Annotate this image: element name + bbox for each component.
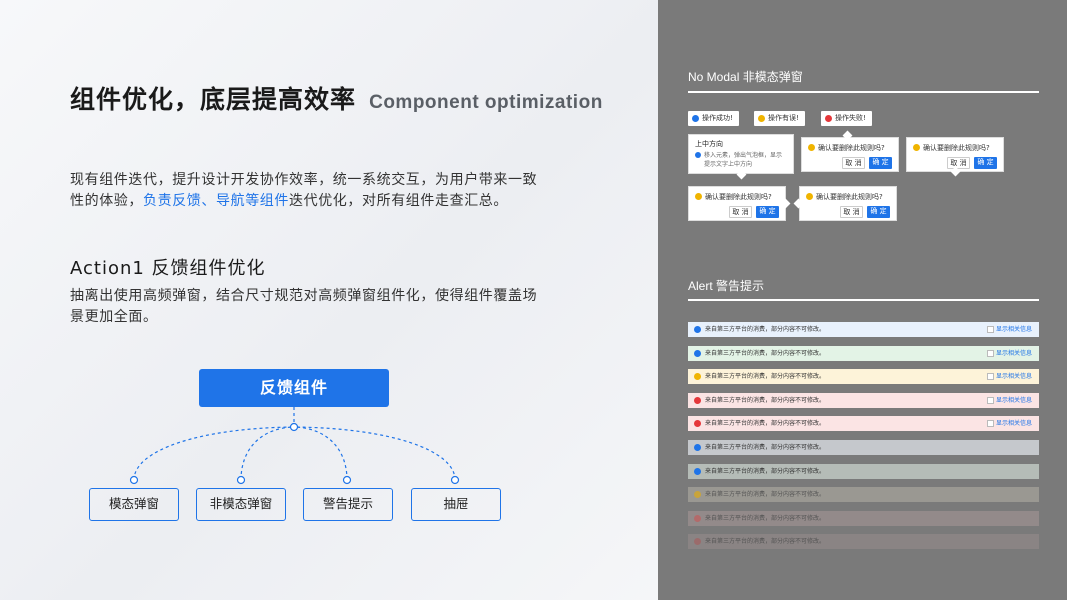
alert-message: 来自第三方平台的消费，部分内容不可修改。 <box>705 514 826 522</box>
alert-message: 来自第三方平台的消费，部分内容不可修改。 <box>705 326 826 333</box>
alert-icon <box>694 467 701 475</box>
toast-error-label: 操作失败! <box>835 114 866 122</box>
alert-checkbox[interactable] <box>987 326 994 333</box>
alert-row: 来自第三方平台的消费，部分内容不可修改。 显示相关信息 <box>688 322 1039 337</box>
cancel-button[interactable]: 取 消 <box>947 157 970 169</box>
tree-leaf-alert[interactable]: 警告提示 <box>303 488 393 521</box>
no-modal-divider <box>688 91 1039 93</box>
alert-icon <box>694 373 701 381</box>
popconfirm-question: 确认要删除此规则吗? <box>705 193 772 201</box>
alert-link[interactable]: 显示相关信息 <box>996 393 1032 408</box>
popconfirm-3: 确认要删除此规则吗? 取 消 确 定 <box>688 186 786 221</box>
tooltip-top-center: 上中方向 移入元素，弹出气泡框，显示 提示文字上中方向 <box>688 134 794 174</box>
question-icon <box>808 144 815 151</box>
alert-link[interactable]: 显示相关信息 <box>996 416 1032 431</box>
alert-icon <box>694 349 701 357</box>
alert-row: 来自第三方平台的消费，部分内容不可修改。 <box>688 510 1039 526</box>
question-icon <box>695 193 702 200</box>
right-panel: No Modal 非模态弹窗 操作成功! 操作有误! 操作失败! 上中方向 移入… <box>658 0 1067 600</box>
tree-root-feedback-components[interactable]: 反馈组件 <box>199 369 389 407</box>
alert-message: 来自第三方平台的消费，部分内容不可修改。 <box>705 373 826 381</box>
alert-link[interactable]: 显示相关信息 <box>996 346 1032 361</box>
alert-row: 来自第三方平台的消费，部分内容不可修改。 <box>688 440 1039 455</box>
success-icon <box>692 115 699 122</box>
alert-row: 来自第三方平台的消费，部分内容不可修改。 <box>688 487 1039 503</box>
error-icon <box>825 115 832 122</box>
alert-icon <box>694 396 701 404</box>
alert-checkbox[interactable] <box>987 420 994 428</box>
alert-icon <box>694 420 701 428</box>
tree-leaf-non-modal[interactable]: 非模态弹窗 <box>196 488 286 521</box>
popconfirm-question: 确认要删除此规则吗? <box>923 144 990 152</box>
alert-icon <box>694 538 701 546</box>
tree-leaf-modal[interactable]: 模态弹窗 <box>89 488 179 521</box>
ok-button[interactable]: 确 定 <box>974 157 997 169</box>
alert-row: 来自第三方平台的消费，部分内容不可修改。 显示相关信息 <box>688 392 1039 408</box>
ok-button[interactable]: 确 定 <box>869 157 892 169</box>
alert-checkbox[interactable] <box>987 373 994 381</box>
toast-success-label: 操作成功! <box>702 114 733 122</box>
alert-message: 来自第三方平台的消费，部分内容不可修改。 <box>705 444 826 451</box>
alert-message: 来自第三方平台的消费，部分内容不可修改。 <box>705 538 826 546</box>
cancel-button[interactable]: 取 消 <box>840 206 863 218</box>
tooltip-line-1: 移入元素，弹出气泡框，显示 <box>704 152 783 159</box>
left-panel: 组件优化，底层提高效率 Component optimization 现有组件迭… <box>0 0 658 600</box>
toast-warning-label: 操作有误! <box>768 114 799 122</box>
cancel-button[interactable]: 取 消 <box>729 206 752 218</box>
alert-checkbox[interactable] <box>987 396 994 404</box>
question-icon <box>806 193 813 200</box>
alert-message: 来自第三方平台的消费，部分内容不可修改。 <box>705 467 826 475</box>
alert-icon <box>694 514 701 522</box>
alert-row: 来自第三方平台的消费，部分内容不可修改。 显示相关信息 <box>688 416 1039 432</box>
alert-message: 来自第三方平台的消费，部分内容不可修改。 <box>705 396 826 404</box>
popconfirm-1: 确认要删除此规则吗? 取 消 确 定 <box>801 137 899 172</box>
alert-row: 来自第三方平台的消费，部分内容不可修改。 <box>688 463 1039 479</box>
toast-success: 操作成功! <box>688 111 739 126</box>
toast-error: 操作失败! <box>821 111 872 126</box>
popconfirm-4: 确认要删除此规则吗? 取 消 确 定 <box>799 186 897 221</box>
toast-warning: 操作有误! <box>754 111 805 126</box>
alert-row: 来自第三方平台的消费，部分内容不可修改。 显示相关信息 <box>688 345 1039 361</box>
alert-icon <box>694 444 701 451</box>
cancel-button[interactable]: 取 消 <box>842 157 865 169</box>
question-icon <box>913 144 920 151</box>
ok-button[interactable]: 确 定 <box>756 206 779 218</box>
alert-message: 来自第三方平台的消费，部分内容不可修改。 <box>705 491 826 499</box>
ok-button[interactable]: 确 定 <box>867 206 890 218</box>
info-icon <box>695 152 701 158</box>
alert-message: 来自第三方平台的消费，部分内容不可修改。 <box>705 349 826 357</box>
no-modal-section-title: No Modal 非模态弹窗 <box>688 70 803 84</box>
alert-section-title: Alert 警告提示 <box>688 279 765 293</box>
alert-checkbox[interactable] <box>987 349 994 357</box>
popconfirm-question: 确认要删除此规则吗? <box>816 193 883 201</box>
alert-link[interactable]: 显示相关信息 <box>996 369 1032 384</box>
alert-icon <box>694 491 701 499</box>
tooltip-line-2: 提示文字上中方向 <box>704 161 753 168</box>
alert-icon <box>694 326 701 333</box>
alert-link[interactable]: 显示相关信息 <box>996 322 1032 337</box>
alert-divider <box>688 299 1039 301</box>
tree-leaf-drawer[interactable]: 抽屉 <box>411 488 501 521</box>
popconfirm-question: 确认要删除此规则吗? <box>818 144 885 152</box>
alert-row: 来自第三方平台的消费，部分内容不可修改。 显示相关信息 <box>688 369 1039 385</box>
warning-icon <box>758 115 765 122</box>
tooltip-title: 上中方向 <box>695 140 723 148</box>
alert-row: 来自第三方平台的消费，部分内容不可修改。 <box>688 534 1039 550</box>
alert-message: 来自第三方平台的消费，部分内容不可修改。 <box>705 420 826 428</box>
